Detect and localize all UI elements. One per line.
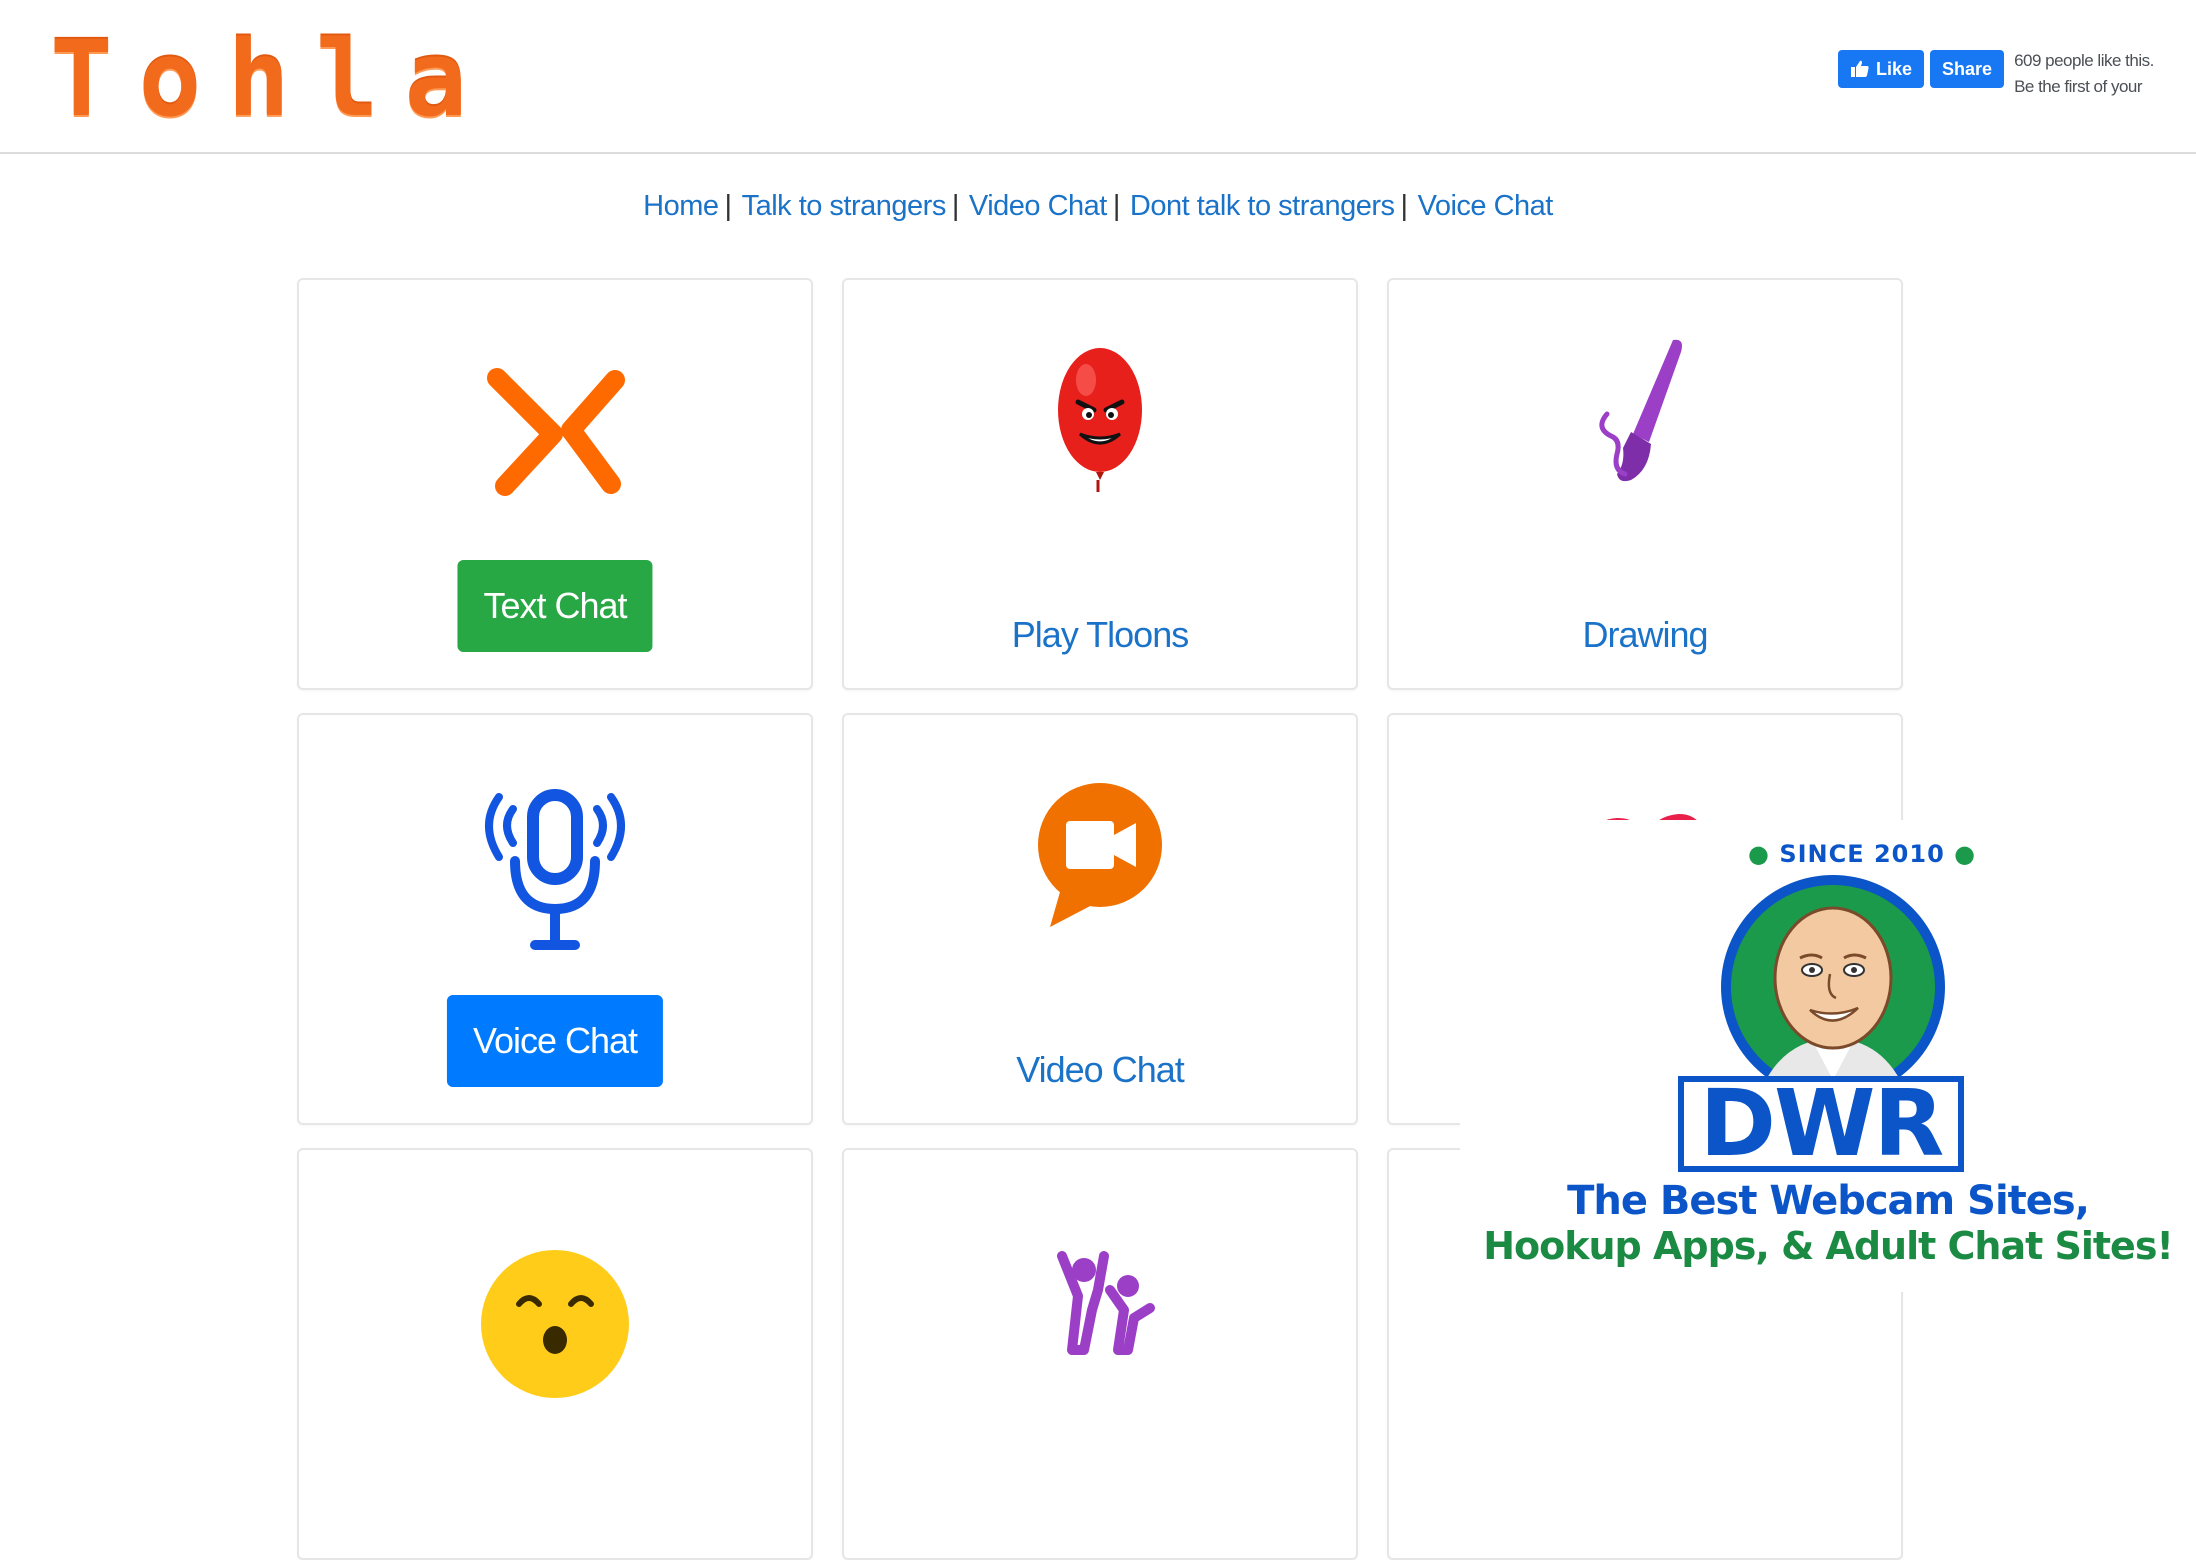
x-chat-icon	[487, 368, 625, 496]
facebook-like-label: Like	[1876, 59, 1913, 79]
drawing-link[interactable]: Drawing	[1582, 590, 1708, 680]
card-voice-chat[interactable]: Voice Chat	[297, 713, 813, 1125]
ad-since-text: SINCE 2010	[1779, 840, 1945, 868]
nav-separator: |	[951, 190, 960, 222]
text-chat-button[interactable]: Text Chat	[457, 560, 653, 652]
dot-icon: ●	[1954, 840, 1977, 868]
facebook-likes-line2: Be the first of your	[2014, 77, 2143, 96]
nav-separator: |	[1400, 190, 1409, 222]
nav-link-dont-talk-to-strangers[interactable]: Dont talk to strangers	[1130, 190, 1395, 222]
top-navigation: Home | Talk to strangers | Video Chat | Dont t…	[0, 190, 2196, 223]
people-icon	[1057, 1251, 1155, 1355]
nav-link-video-chat[interactable]: Video Chat	[969, 190, 1107, 222]
nav-link-voice-chat[interactable]: Voice Chat	[1418, 190, 1554, 222]
facebook-share-label: Share	[1942, 59, 1993, 79]
nav-link-home[interactable]: Home	[643, 190, 719, 222]
facebook-share-button[interactable]: Share	[1930, 50, 2005, 88]
paintbrush-icon	[1599, 339, 1682, 482]
ad-tagline-line1: The Best Webcam Sites,	[1567, 1178, 2090, 1224]
site-header: Tohla Like Share 609 people like this. B…	[0, 0, 2196, 154]
nav-link-talk-to-strangers[interactable]: Talk to strangers	[742, 190, 947, 222]
dwr-advertisement[interactable]: ● SINCE 2010 ● DWR The Best Webcam Sites…	[1460, 820, 2196, 1292]
facebook-likes-count: 609 people like this. Be the first of yo…	[2014, 48, 2154, 100]
site-logo[interactable]: Tohla	[50, 24, 493, 134]
video-bubble-icon	[1038, 783, 1162, 927]
card-video-chat[interactable]: Video Chat	[842, 713, 1358, 1125]
ad-brand-logo: DWR	[1678, 1076, 1964, 1172]
card-emoji[interactable]	[297, 1148, 813, 1560]
ad-tagline-line2: Hookup Apps, & Adult Chat Sites!	[1483, 1224, 2174, 1268]
facebook-like-widget: Like Share 609 people like this. Be the …	[1838, 50, 2154, 100]
ad-since-badge: ● SINCE 2010 ●	[1748, 840, 1976, 868]
card-text-chat[interactable]: Text Chat	[297, 278, 813, 690]
card-drawing[interactable]: Drawing	[1387, 278, 1903, 690]
mascot-portrait-icon	[1721, 875, 1945, 1104]
nav-separator: |	[1112, 190, 1121, 222]
card-people[interactable]	[842, 1148, 1358, 1560]
nav-separator: |	[724, 190, 733, 222]
emoji-face-icon	[481, 1250, 629, 1398]
facebook-likes-line1: 609 people like this.	[2014, 51, 2154, 70]
card-play-tloons[interactable]: Play Tloons	[842, 278, 1358, 690]
voice-chat-button[interactable]: Voice Chat	[446, 995, 664, 1087]
microphone-icon	[485, 789, 625, 950]
facebook-like-button[interactable]: Like	[1838, 50, 1925, 88]
thumbs-up-icon	[1851, 60, 1869, 77]
dot-icon: ●	[1748, 840, 1770, 868]
video-chat-link[interactable]: Video Chat	[1016, 1025, 1184, 1115]
play-tloons-link[interactable]: Play Tloons	[1012, 590, 1189, 680]
red-balloon-icon	[1058, 348, 1142, 492]
